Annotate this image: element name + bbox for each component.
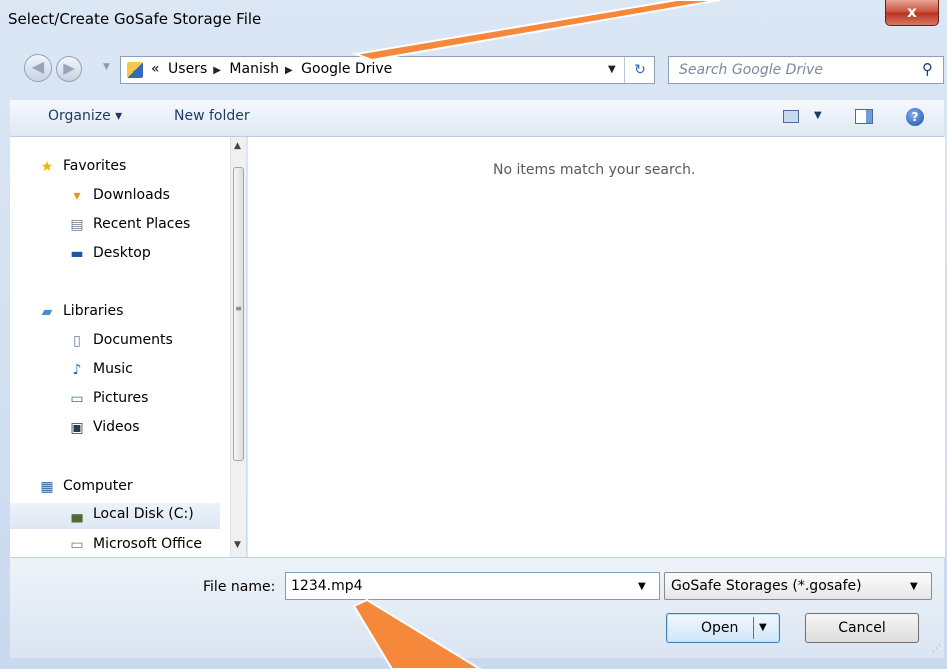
star-icon: ★ — [40, 159, 54, 175]
navigation-pane: ★ Favorites ▾ Downloads ▤ Recent Places … — [10, 137, 246, 557]
sidebar-item-recent-places[interactable]: ▤ Recent Places — [10, 213, 220, 239]
chevron-down-icon[interactable]: ▼ — [638, 581, 646, 592]
sidebar-item-label: Music — [93, 361, 133, 377]
sidebar-item-desktop[interactable]: ▬ Desktop — [10, 242, 220, 268]
recent-places-icon: ▤ — [70, 217, 84, 233]
sidebar-item-label: Favorites — [63, 158, 127, 174]
search-input[interactable]: Search Google Drive — [679, 62, 823, 78]
split-divider — [753, 617, 754, 639]
address-dropdown-icon[interactable]: ▼ — [608, 64, 616, 75]
refresh-button[interactable]: ↻ — [624, 57, 655, 83]
breadcrumb: « Users ▶ Manish ▶ Google Drive — [151, 61, 396, 77]
drive-icon: ▭ — [70, 537, 84, 553]
organize-button[interactable]: Organize ▾ — [48, 108, 122, 124]
pictures-icon: ▭ — [70, 391, 84, 407]
sidebar-item-pictures[interactable]: ▭ Pictures — [10, 387, 220, 413]
sidebar-item-label: Libraries — [63, 303, 124, 319]
sidebar-item-downloads[interactable]: ▾ Downloads — [10, 184, 220, 210]
open-options-dropdown-icon[interactable]: ▼ — [759, 622, 767, 633]
computer-icon: ▦ — [40, 479, 54, 495]
sidebar-scrollbar[interactable]: ▲ ≡ ▼ — [230, 137, 246, 557]
sidebar-item-label: Videos — [93, 419, 140, 435]
sidebar-item-label: Desktop — [93, 245, 151, 261]
desktop-icon: ▬ — [70, 246, 84, 262]
libraries-icon: ▰ — [41, 304, 53, 320]
grip-icon: ≡ — [235, 304, 242, 313]
resize-grip-icon[interactable]: ⋰ — [932, 644, 941, 654]
sidebar-item-label: Recent Places — [93, 216, 191, 232]
sidebar-item-label: Downloads — [93, 187, 170, 203]
sidebar-item-microsoft-office[interactable]: ▭ Microsoft Office — [10, 533, 220, 557]
title-bar[interactable]: Select/Create GoSafe Storage File x — [0, 0, 947, 40]
videos-icon: ▣ — [70, 420, 84, 436]
file-list-pane[interactable]: No items match your search. — [247, 137, 945, 557]
refresh-icon: ↻ — [634, 62, 646, 78]
chevron-right-icon[interactable]: ▶ — [285, 65, 293, 76]
dialog-footer: File name: 1234.mp4 ▼ GoSafe Storages (*… — [10, 557, 944, 658]
forward-button[interactable]: ▶ — [56, 56, 82, 82]
sidebar-item-computer[interactable]: ▦ Computer — [10, 475, 220, 501]
close-icon: x — [907, 3, 917, 21]
sidebar-item-label: Microsoft Office — [93, 536, 203, 552]
file-type-value: GoSafe Storages (*.gosafe) — [671, 578, 862, 594]
document-icon: ▯ — [73, 333, 81, 349]
scroll-thumb[interactable]: ≡ — [233, 167, 244, 461]
breadcrumb-google-drive[interactable]: Google Drive — [301, 61, 392, 77]
forward-arrow-icon: ▶ — [63, 59, 75, 77]
breadcrumb-manish[interactable]: Manish — [229, 61, 279, 77]
chevron-right-icon[interactable]: ▶ — [213, 65, 221, 76]
breadcrumb-users[interactable]: Users — [168, 61, 207, 77]
view-dropdown-icon[interactable]: ▼ — [814, 110, 822, 121]
file-name-value[interactable]: 1234.mp4 — [291, 578, 363, 594]
close-button[interactable]: x — [885, 0, 939, 26]
change-view-icon[interactable] — [783, 110, 799, 123]
sidebar-item-local-disk[interactable]: ▄ Local Disk (C:) — [10, 503, 220, 529]
folder-location-icon — [127, 62, 143, 78]
preview-pane-icon[interactable] — [855, 109, 873, 124]
sidebar-item-libraries[interactable]: ▰ Libraries — [10, 300, 220, 326]
command-toolbar: Organize ▾ New folder ▼ ? — [10, 100, 944, 137]
music-icon: ♪ — [72, 362, 82, 378]
sidebar-item-documents[interactable]: ▯ Documents — [10, 329, 220, 355]
window-title: Select/Create GoSafe Storage File — [8, 10, 262, 28]
sidebar-item-label: Local Disk (C:) — [93, 506, 194, 522]
search-icon[interactable]: ⚲ — [922, 60, 933, 78]
breadcrumb-overflow[interactable]: « — [151, 61, 160, 77]
dialog-window: Select/Create GoSafe Storage File x ◀ ▶ … — [0, 0, 947, 669]
sidebar-item-label: Documents — [93, 332, 173, 348]
back-arrow-icon: ◀ — [31, 57, 45, 76]
chevron-down-icon[interactable]: ▼ — [910, 581, 918, 592]
sidebar-item-label: Computer — [63, 478, 133, 494]
file-name-field[interactable]: 1234.mp4 ▼ — [285, 572, 660, 600]
back-button[interactable]: ◀ — [24, 54, 52, 82]
search-box[interactable]: Search Google Drive ⚲ — [668, 56, 944, 84]
open-button[interactable]: Open ▼ — [666, 613, 780, 643]
open-button-label: Open — [701, 620, 739, 636]
new-folder-button[interactable]: New folder — [174, 108, 250, 124]
help-icon[interactable]: ? — [906, 108, 924, 126]
file-type-select[interactable]: GoSafe Storages (*.gosafe) ▼ — [664, 572, 932, 600]
empty-results-message: No items match your search. — [493, 162, 696, 178]
sidebar-item-label: Pictures — [93, 390, 149, 406]
scroll-up-icon[interactable]: ▲ — [234, 141, 241, 151]
sidebar-item-videos[interactable]: ▣ Videos — [10, 416, 220, 442]
address-bar[interactable]: « Users ▶ Manish ▶ Google Drive ▼ ↻ — [120, 56, 655, 84]
scroll-down-icon[interactable]: ▼ — [234, 540, 241, 550]
recent-locations-dropdown-icon[interactable]: ▼ — [103, 62, 110, 72]
local-disk-icon: ▄ — [71, 507, 83, 523]
file-name-label: File name: — [203, 579, 276, 595]
cancel-button[interactable]: Cancel — [805, 613, 919, 643]
downloads-folder-icon: ▾ — [73, 188, 81, 204]
sidebar-item-favorites[interactable]: ★ Favorites — [10, 155, 220, 181]
sidebar-item-music[interactable]: ♪ Music — [10, 358, 220, 384]
